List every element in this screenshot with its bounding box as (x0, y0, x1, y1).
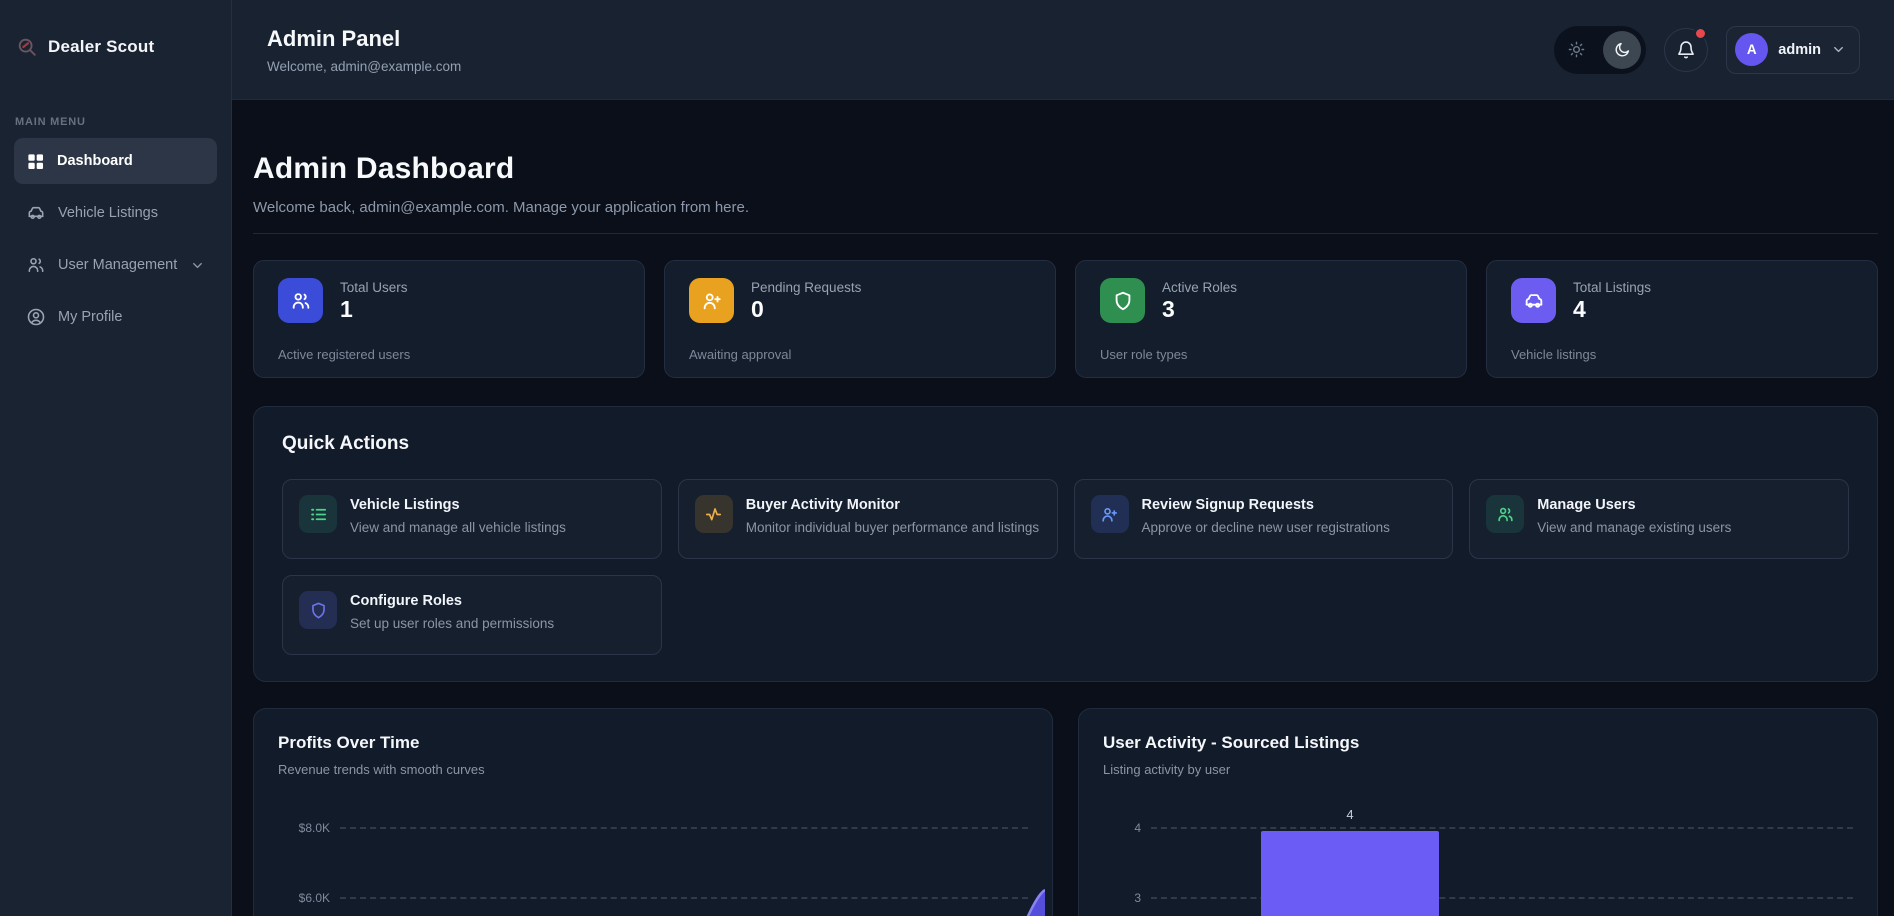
shield-icon (299, 591, 337, 629)
action-title: Manage Users (1537, 497, 1731, 513)
stat-value: 3 (1162, 298, 1237, 321)
users-icon (278, 278, 323, 323)
bar-plot-area: 4 (1151, 803, 1853, 916)
sidebar: Dealer Scout MAIN MENU Dashboard (0, 0, 232, 916)
app-title: Dealer Scout (48, 37, 154, 57)
stat-label: Active Roles (1162, 280, 1237, 295)
theme-toggle[interactable] (1554, 26, 1646, 74)
stat-caption: Vehicle listings (1511, 347, 1853, 362)
action-description: View and manage existing users (1537, 518, 1731, 538)
moon-icon[interactable] (1603, 31, 1641, 69)
car-icon (1511, 278, 1556, 323)
action-review-signup-requests[interactable]: Review Signup Requests Approve or declin… (1074, 479, 1454, 559)
chart-subtitle: Listing activity by user (1103, 762, 1853, 777)
action-title: Configure Roles (350, 593, 554, 609)
listings-bar[interactable] (1261, 831, 1439, 916)
stat-label: Total Listings (1573, 280, 1651, 295)
page-subtitle: Welcome back, admin@example.com. Manage … (253, 199, 1878, 216)
stat-card-pending-requests: Pending Requests 0 Awaiting approval (664, 260, 1056, 378)
users-icon (1486, 495, 1524, 533)
notifications-button[interactable] (1664, 28, 1708, 72)
notification-badge (1694, 27, 1707, 40)
stat-value: 1 (340, 298, 408, 321)
quick-actions-grid: Vehicle Listings View and manage all veh… (282, 479, 1849, 655)
stat-caption: Active registered users (278, 347, 620, 362)
action-vehicle-listings[interactable]: Vehicle Listings View and manage all veh… (282, 479, 662, 559)
chevron-down-icon (1831, 42, 1846, 57)
header-title: Admin Panel (267, 26, 461, 52)
action-description: Set up user roles and permissions (350, 614, 554, 634)
y-axis-tick: 3 (1103, 891, 1141, 905)
sidebar-item-my-profile[interactable]: My Profile (14, 294, 217, 340)
sidebar-item-dashboard[interactable]: Dashboard (14, 138, 217, 184)
bar-chart: 4 3 4 (1103, 803, 1853, 916)
chart-subtitle: Revenue trends with smooth curves (278, 762, 1028, 777)
action-title: Review Signup Requests (1142, 497, 1390, 513)
y-axis-tick: 4 (1103, 821, 1141, 835)
action-description: View and manage all vehicle listings (350, 518, 566, 538)
divider (253, 233, 1878, 234)
user-circle-icon (26, 307, 46, 327)
sidebar-section-label: MAIN MENU (0, 116, 231, 128)
user-name: admin (1778, 42, 1821, 58)
chevron-down-icon (190, 258, 205, 273)
stats-row: Total Users 1 Active registered users (253, 260, 1878, 378)
grid-icon (26, 152, 45, 171)
user-plus-icon (1091, 495, 1129, 533)
user-plus-icon (689, 278, 734, 323)
y-axis-tick: $6.0K (278, 891, 330, 905)
sidebar-item-user-management[interactable]: User Management (14, 242, 217, 288)
main-content: Admin Dashboard Welcome back, admin@exam… (232, 100, 1894, 916)
revenue-area-series (340, 799, 1045, 916)
sidebar-item-label: User Management (58, 257, 177, 273)
car-icon (26, 203, 46, 223)
magnifier-icon (16, 36, 38, 58)
quick-actions-title: Quick Actions (282, 433, 1849, 455)
action-configure-roles[interactable]: Configure Roles Set up user roles and pe… (282, 575, 662, 655)
user-menu[interactable]: A admin (1726, 26, 1860, 74)
action-title: Buyer Activity Monitor (746, 497, 1039, 513)
bar-value-label: 4 (1261, 807, 1439, 822)
chart-title: Profits Over Time (278, 733, 1028, 753)
y-axis-tick: $8.0K (278, 821, 330, 835)
action-manage-users[interactable]: Manage Users View and manage existing us… (1469, 479, 1849, 559)
stat-caption: User role types (1100, 347, 1442, 362)
header-subtitle: Welcome, admin@example.com (267, 59, 461, 74)
avatar: A (1735, 33, 1768, 66)
stat-card-total-listings: Total Listings 4 Vehicle listings (1486, 260, 1878, 378)
sidebar-nav: Dashboard Vehicle Listings (0, 138, 231, 340)
sidebar-item-label: Vehicle Listings (58, 205, 158, 221)
shield-icon (1100, 278, 1145, 323)
topbar: Admin Panel Welcome, admin@example.com (232, 0, 1894, 100)
app-logo: Dealer Scout (0, 30, 231, 64)
user-activity-chart-card: User Activity - Sourced Listings Listing… (1078, 708, 1878, 916)
stat-value: 4 (1573, 298, 1651, 321)
action-description: Monitor individual buyer performance and… (746, 518, 1039, 538)
app-root: Dealer Scout MAIN MENU Dashboard (0, 0, 1894, 916)
action-title: Vehicle Listings (350, 497, 566, 513)
sidebar-item-label: My Profile (58, 309, 122, 325)
action-buyer-activity-monitor[interactable]: Buyer Activity Monitor Monitor individua… (678, 479, 1058, 559)
list-icon (299, 495, 337, 533)
stat-card-active-roles: Active Roles 3 User role types (1075, 260, 1467, 378)
bell-icon (1676, 40, 1696, 60)
sun-icon[interactable] (1567, 40, 1586, 59)
activity-icon (695, 495, 733, 533)
stat-card-total-users: Total Users 1 Active registered users (253, 260, 645, 378)
sidebar-item-vehicle-listings[interactable]: Vehicle Listings (14, 190, 217, 236)
stat-caption: Awaiting approval (689, 347, 1031, 362)
quick-actions-panel: Quick Actions Vehicle Listings View and … (253, 406, 1878, 682)
users-icon (26, 255, 46, 275)
action-description: Approve or decline new user registration… (1142, 518, 1390, 538)
stat-label: Total Users (340, 280, 408, 295)
sidebar-item-label: Dashboard (57, 153, 133, 169)
charts-row: Profits Over Time Revenue trends with sm… (253, 708, 1878, 916)
chart-title: User Activity - Sourced Listings (1103, 733, 1853, 753)
stat-label: Pending Requests (751, 280, 861, 295)
page-title: Admin Dashboard (253, 152, 1878, 186)
stat-value: 0 (751, 298, 861, 321)
profits-chart-card: Profits Over Time Revenue trends with sm… (253, 708, 1053, 916)
area-chart: $8.0K $6.0K (278, 803, 1028, 916)
